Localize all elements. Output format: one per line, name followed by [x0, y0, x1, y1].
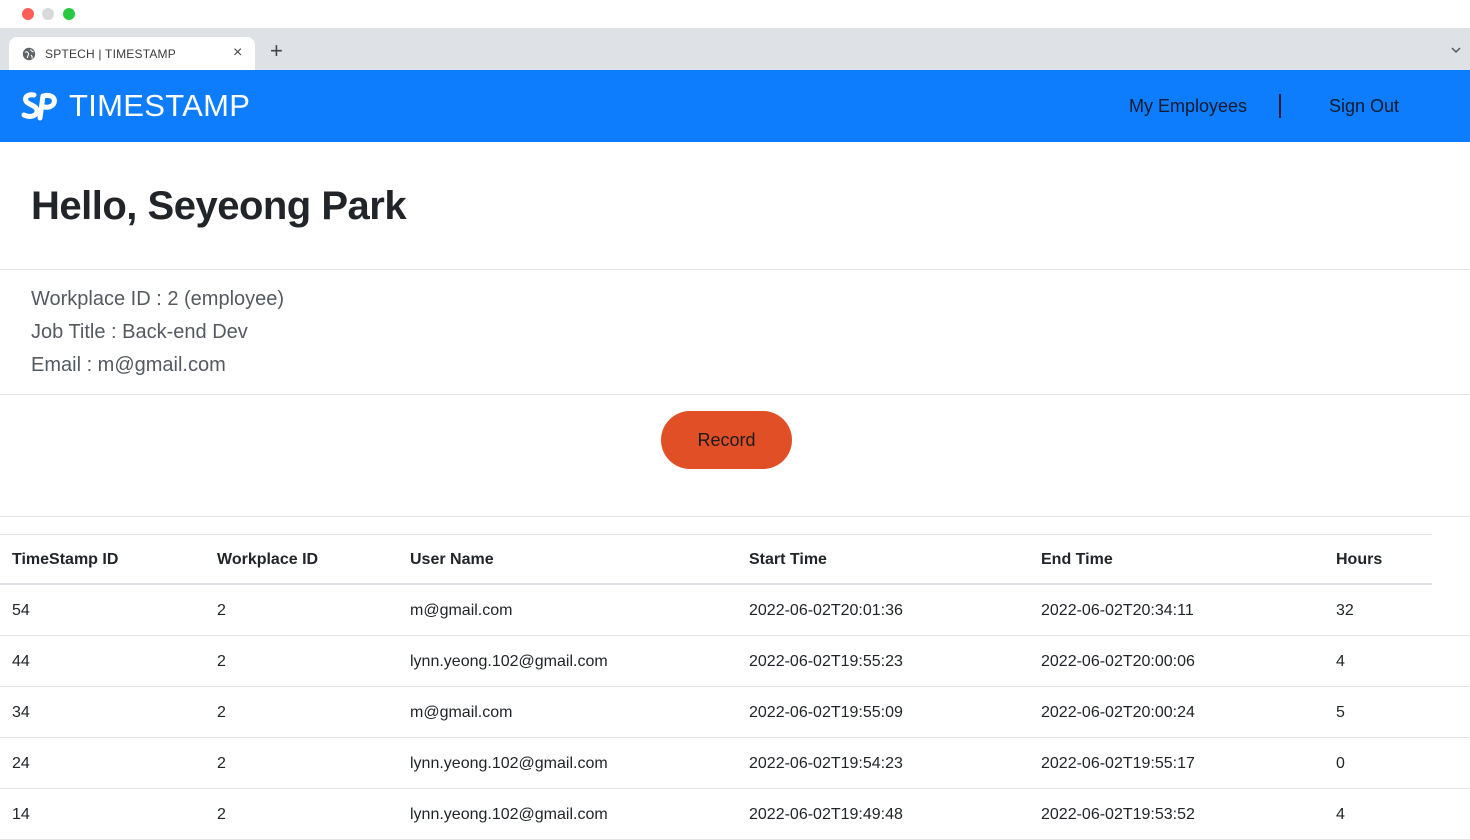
column-header-end-time[interactable]: End Time — [1041, 551, 1113, 569]
record-button[interactable]: Record — [661, 411, 792, 469]
section-divider — [0, 394, 1470, 395]
nav-sign-out-link[interactable]: Sign Out — [1329, 96, 1399, 117]
cell-start-time: 2022-06-02T19:55:23 — [749, 653, 903, 670]
cell-start-time: 2022-06-02T19:49:48 — [749, 806, 903, 823]
column-header-timestamp-id[interactable]: TimeStamp ID — [12, 551, 118, 569]
cell-timestamp-id: 24 — [12, 755, 30, 772]
close-window-button[interactable] — [22, 8, 34, 20]
cell-hours: 32 — [1336, 602, 1354, 619]
table-row[interactable]: 54 2 m@gmail.com 2022-06-02T20:01:36 202… — [0, 585, 1470, 636]
table-row[interactable]: 14 2 lynn.yeong.102@gmail.com 2022-06-02… — [0, 789, 1470, 840]
cell-workplace-id: 2 — [217, 704, 226, 721]
section-divider — [0, 269, 1470, 270]
cell-hours: 4 — [1336, 653, 1345, 670]
job-title-info: Job Title : Back-end Dev — [31, 321, 248, 343]
cell-start-time: 2022-06-02T20:01:36 — [749, 602, 903, 619]
timestamp-table: TimeStamp ID Workplace ID User Name Star… — [0, 534, 1470, 840]
chevron-down-icon[interactable] — [1450, 45, 1462, 55]
table-header-row: TimeStamp ID Workplace ID User Name Star… — [0, 534, 1432, 585]
column-header-user-name[interactable]: User Name — [410, 551, 494, 569]
cell-hours: 0 — [1336, 755, 1345, 772]
table-row[interactable]: 24 2 lynn.yeong.102@gmail.com 2022-06-02… — [0, 738, 1470, 789]
section-divider — [0, 516, 1470, 517]
cell-workplace-id: 2 — [217, 755, 226, 772]
cell-user-name: lynn.yeong.102@gmail.com — [410, 806, 608, 823]
cell-end-time: 2022-06-02T20:34:11 — [1041, 602, 1194, 619]
cell-end-time: 2022-06-02T20:00:24 — [1041, 704, 1195, 721]
cell-user-name: lynn.yeong.102@gmail.com — [410, 653, 608, 670]
cell-end-time: 2022-06-02T19:53:52 — [1041, 806, 1195, 823]
tab-title: SPTECH | TIMESTAMP — [45, 47, 176, 61]
brand-text: TIMESTAMP — [69, 88, 251, 123]
cell-hours: 4 — [1336, 806, 1345, 823]
minimize-window-button[interactable] — [42, 8, 54, 20]
table-row[interactable]: 44 2 lynn.yeong.102@gmail.com 2022-06-02… — [0, 636, 1470, 687]
cell-hours: 5 — [1336, 704, 1345, 721]
cell-timestamp-id: 14 — [12, 806, 30, 823]
maximize-window-button[interactable] — [63, 8, 75, 20]
window-titlebar — [0, 0, 1470, 29]
browser-tab-bar: SPTECH | TIMESTAMP × + — [0, 29, 1470, 70]
brand[interactable]: TIMESTAMP — [19, 86, 250, 126]
column-header-workplace-id[interactable]: Workplace ID — [217, 551, 318, 569]
cell-user-name: m@gmail.com — [410, 704, 513, 721]
cell-end-time: 2022-06-02T20:00:06 — [1041, 653, 1195, 670]
cell-timestamp-id: 44 — [12, 653, 30, 670]
sp-logo-icon — [21, 92, 57, 121]
app-navbar: TIMESTAMP My Employees Sign Out — [0, 70, 1470, 142]
cell-workplace-id: 2 — [217, 602, 226, 619]
nav-separator — [1279, 94, 1281, 118]
nav-my-employees-link[interactable]: My Employees — [1129, 96, 1247, 117]
column-header-hours[interactable]: Hours — [1336, 551, 1382, 569]
greeting-heading: Hello, Seyeong Park — [31, 184, 407, 228]
browser-tab[interactable]: SPTECH | TIMESTAMP × — [9, 37, 255, 70]
cell-timestamp-id: 34 — [12, 704, 30, 721]
cell-workplace-id: 2 — [217, 806, 226, 823]
close-tab-icon[interactable]: × — [233, 44, 242, 62]
cell-end-time: 2022-06-02T19:55:17 — [1041, 755, 1195, 772]
table-row[interactable]: 34 2 m@gmail.com 2022-06-02T19:55:09 202… — [0, 687, 1470, 738]
cell-user-name: lynn.yeong.102@gmail.com — [410, 755, 608, 772]
cell-start-time: 2022-06-02T19:55:09 — [749, 704, 903, 721]
globe-icon — [22, 47, 36, 61]
new-tab-button[interactable]: + — [270, 40, 283, 62]
column-header-start-time[interactable]: Start Time — [749, 551, 827, 569]
cell-user-name: m@gmail.com — [410, 602, 513, 619]
cell-workplace-id: 2 — [217, 653, 226, 670]
email-info: Email : m@gmail.com — [31, 354, 226, 376]
cell-timestamp-id: 54 — [12, 602, 30, 619]
workplace-info: Workplace ID : 2 (employee) — [31, 288, 285, 310]
cell-start-time: 2022-06-02T19:54:23 — [749, 755, 903, 772]
